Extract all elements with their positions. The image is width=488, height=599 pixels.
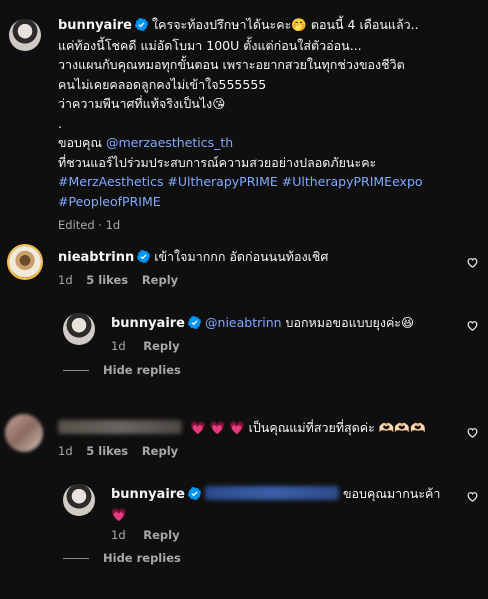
reply-button[interactable]: Reply bbox=[142, 444, 178, 458]
hide-replies-divider bbox=[63, 558, 89, 559]
comment-text: ขอบคุณมากนะค้า bbox=[343, 486, 441, 501]
likes-count[interactable]: 5 likes bbox=[86, 273, 128, 287]
comment-time: 1d bbox=[111, 338, 126, 353]
hide-replies-divider bbox=[63, 370, 89, 371]
caption-line: ว่าความพีนาศที่แท้จริงเป็นไง😘 bbox=[58, 96, 226, 111]
caption-line: ที่ชวนแอร์ไปร่วมประสบการณ์ความสวยอย่างปล… bbox=[58, 154, 377, 170]
avatar[interactable] bbox=[9, 19, 41, 51]
verified-badge-icon bbox=[188, 487, 202, 500]
heart-outline-icon[interactable] bbox=[466, 319, 479, 332]
comment-text: บอกหมอขอแบบยุงค่ะ😆 bbox=[285, 315, 415, 330]
likes-count[interactable]: 5 likes bbox=[86, 444, 128, 458]
caption-line: ใครจะท้องปรึกษาได้นะคะ🤭 ตอนนี้ 4 เดือนแล… bbox=[152, 17, 419, 32]
reply-button[interactable]: Reply bbox=[143, 528, 179, 542]
username[interactable]: bunnyaire bbox=[58, 18, 132, 33]
hashtags[interactable]: #MerzAesthetics #UltherapyPRIME #Ulthera… bbox=[58, 172, 478, 192]
avatar[interactable] bbox=[9, 246, 41, 278]
username[interactable]: nieabtrinn bbox=[58, 250, 134, 265]
comments-panel: bunnyaire ใครจะท้องปรึกษาได้นะคะ🤭 ตอนนี้ … bbox=[0, 0, 488, 599]
comment: 💗 💗 💗 เป็นคุณแม่ที่สวยที่สุดค่ะ 🫶🏻🫶🏻🫶🏻 1… bbox=[58, 418, 458, 458]
reply-comment: bunnyaire @nieabtrinn บอกหมอขอแบบยุงค่ะ😆 … bbox=[111, 313, 451, 353]
caption-line: . bbox=[58, 115, 62, 131]
comment-time: 1d bbox=[58, 443, 73, 458]
comment-text: 💗 💗 💗 เป็นคุณแม่ที่สวยที่สุดค่ะ 🫶🏻🫶🏻🫶🏻 bbox=[189, 420, 426, 435]
comment: nieabtrinn เข้าใจมากกก อัดก่อนนนท้องเชิศ … bbox=[58, 247, 448, 287]
avatar[interactable] bbox=[63, 313, 95, 345]
comment-time: 1d bbox=[58, 272, 73, 287]
reply-button[interactable]: Reply bbox=[142, 273, 178, 287]
verified-badge-icon bbox=[135, 18, 149, 31]
verified-badge-icon bbox=[137, 250, 151, 263]
caption-line: คนไม่เคยคลอดลูกคงไม่เข้าใจ555555 bbox=[58, 76, 267, 92]
caption-line: วางแผนกับคุณหมอทุกขั้นตอน เพราะอยากสวยใน… bbox=[58, 57, 405, 72]
avatar[interactable] bbox=[63, 484, 95, 516]
reply-button[interactable]: Reply bbox=[143, 339, 179, 353]
comment-text: 💗 bbox=[111, 506, 127, 522]
avatar[interactable] bbox=[5, 414, 43, 452]
heart-outline-icon[interactable] bbox=[466, 490, 479, 503]
comment-text: เข้าใจมากกก อัดก่อนนนท้องเชิศ bbox=[154, 249, 329, 264]
hashtags[interactable]: #PeopleofPRIME bbox=[58, 192, 478, 212]
hide-replies-button[interactable]: Hide replies bbox=[103, 551, 181, 565]
verified-badge-icon bbox=[188, 316, 202, 329]
post-caption: bunnyaire ใครจะท้องปรึกษาได้นะคะ🤭 ตอนนี้ … bbox=[58, 15, 478, 232]
reply-comment: bunnyaire ขอบคุณมากนะค้า 💗 1d Reply bbox=[111, 484, 451, 542]
username[interactable]: bunnyaire bbox=[111, 316, 185, 331]
mention-link-redacted[interactable] bbox=[205, 486, 340, 500]
username-redacted[interactable] bbox=[58, 420, 182, 434]
post-meta: Edited · 1d bbox=[58, 218, 121, 232]
caption-line: แค่ท้องนี้โชคดี แม่อัดโบมา 100U ตั้งแต่ก… bbox=[58, 37, 362, 53]
mention-link[interactable]: @nieabtrinn bbox=[205, 315, 282, 330]
hide-replies-button[interactable]: Hide replies bbox=[103, 363, 181, 377]
heart-outline-icon[interactable] bbox=[466, 426, 479, 439]
caption-line: ขอบคุณ bbox=[58, 135, 102, 150]
username[interactable]: bunnyaire bbox=[111, 487, 185, 502]
heart-outline-icon[interactable] bbox=[466, 256, 479, 269]
comment-time: 1d bbox=[111, 528, 126, 542]
mention-link[interactable]: @merzaesthetics_th bbox=[106, 135, 233, 150]
